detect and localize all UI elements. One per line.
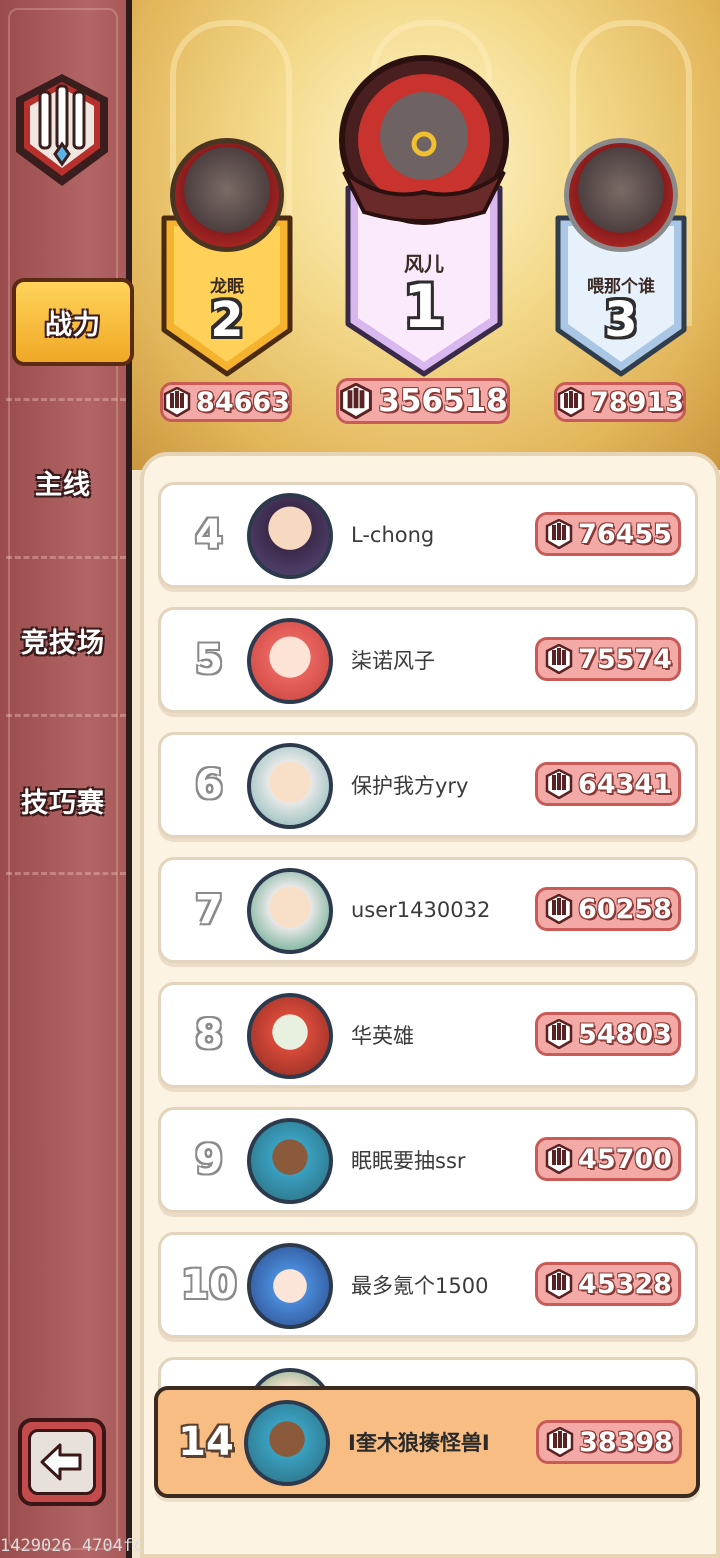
tab-skill-contest[interactable]: 技巧赛 — [0, 760, 126, 840]
my-power: 38398 — [536, 1420, 682, 1464]
rank-number: 9 — [195, 1137, 223, 1183]
list-item[interactable]: 7 user1430032 60258 — [158, 857, 698, 963]
avatar[interactable] — [247, 493, 333, 579]
power-icon — [557, 387, 585, 417]
avatar[interactable] — [247, 618, 333, 704]
podium-second-rank: 2 — [210, 292, 244, 348]
podium-first-rank: 1 — [403, 272, 445, 342]
player-power: 76455 — [535, 512, 681, 556]
power-icon — [545, 1019, 573, 1049]
player-power: 64341 — [535, 762, 681, 806]
avatar[interactable] — [247, 1118, 333, 1204]
list-item[interactable]: 6 保护我方yry 64341 — [158, 732, 698, 838]
power-icon — [545, 894, 573, 924]
list-item[interactable]: 4 L-chong 76455 — [158, 482, 698, 588]
debug-text: 1429026 4704fc — [0, 1536, 144, 1556]
list-item[interactable]: 9 眠眠要抽ssr 45700 — [158, 1107, 698, 1213]
player-power: 45700 — [535, 1137, 681, 1181]
rank-number: 5 — [195, 637, 223, 683]
podium-first-power: 356518 — [336, 378, 510, 424]
player-power: 60258 — [535, 887, 681, 931]
player-power: 45328 — [535, 1262, 681, 1306]
rank-number: 10 — [181, 1262, 237, 1308]
podium-second-power: 84663 — [160, 382, 292, 422]
my-rank-row[interactable]: 14 I奎木狼揍怪兽I 38398 — [154, 1386, 700, 1498]
back-arrow-icon — [40, 1443, 82, 1481]
avatar[interactable] — [247, 743, 333, 829]
avatar[interactable] — [247, 868, 333, 954]
tab-power-label: 战力 — [45, 309, 101, 341]
power-icon — [163, 387, 191, 417]
power-icon — [545, 519, 573, 549]
avatar[interactable] — [247, 993, 333, 1079]
my-rank-number: 14 — [178, 1419, 234, 1465]
sidebar: 战力 主线 竞技场 技巧赛 — [0, 0, 134, 1558]
rank-number: 7 — [195, 887, 223, 933]
player-power: 54803 — [535, 1012, 681, 1056]
dragon-frame-icon — [339, 55, 509, 225]
power-icon — [545, 644, 573, 674]
tab-mainline-label: 主线 — [35, 469, 91, 501]
avatar[interactable] — [170, 138, 284, 252]
player-name: 眠眠要抽ssr — [351, 1149, 466, 1173]
player-name: L-chong — [351, 523, 435, 547]
player-name: user1430032 — [351, 898, 491, 922]
player-name: 柒诺风子 — [351, 649, 435, 673]
power-icon — [546, 1427, 574, 1457]
avatar[interactable] — [564, 138, 678, 252]
player-power: 75574 — [535, 637, 681, 681]
power-icon — [340, 383, 373, 419]
power-icon — [545, 1269, 573, 1299]
avatar[interactable] — [244, 1400, 330, 1486]
avatar[interactable] — [247, 1243, 333, 1329]
shield-emblem-icon — [16, 74, 108, 186]
podium-first[interactable]: 风儿 1 — [339, 55, 509, 378]
list-item[interactable]: 5 柒诺风子 75574 — [158, 607, 698, 713]
player-name: 最多氪个1500 — [351, 1274, 489, 1298]
podium-third-rank: 3 — [604, 292, 638, 348]
rank-number: 4 — [195, 512, 223, 558]
power-icon — [545, 1144, 573, 1174]
rank-number: 8 — [195, 1012, 223, 1058]
player-name: 华英雄 — [351, 1024, 414, 1048]
tab-skill-contest-label: 技巧赛 — [21, 787, 105, 819]
player-name: 保护我方yry — [351, 774, 469, 798]
list-item[interactable]: 10 最多氪个1500 45328 — [158, 1232, 698, 1338]
rank-number: 6 — [195, 762, 223, 808]
tab-mainline[interactable]: 主线 — [0, 442, 126, 522]
podium-second[interactable]: 龙眠 2 — [160, 130, 294, 380]
my-player-name: I奎木狼揍怪兽I — [348, 1431, 490, 1455]
power-icon — [545, 769, 573, 799]
podium-third-power: 78913 — [554, 382, 686, 422]
list-item[interactable]: 8 华英雄 54803 — [158, 982, 698, 1088]
podium-third[interactable]: 喂那个谁 3 — [554, 130, 688, 380]
tab-arena-label: 竞技场 — [21, 627, 105, 659]
back-button[interactable] — [18, 1418, 106, 1506]
tab-power[interactable]: 战力 — [12, 278, 134, 366]
tab-arena[interactable]: 竞技场 — [0, 600, 126, 680]
